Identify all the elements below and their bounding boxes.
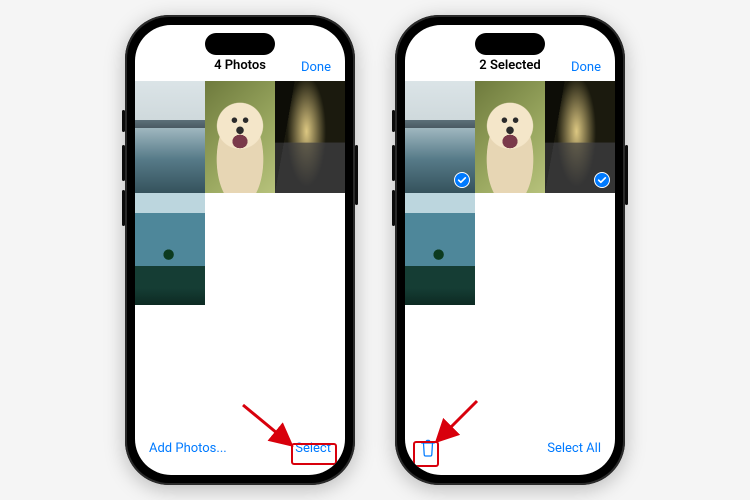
add-photos-button[interactable]: Add Photos... xyxy=(149,441,227,456)
selection-check-icon xyxy=(594,172,610,188)
toolbar: Add Photos... Select xyxy=(135,431,345,475)
photo-thumb[interactable] xyxy=(475,81,545,193)
photo-grid xyxy=(405,81,615,305)
toolbar: Select All xyxy=(405,431,615,475)
photo-thumb[interactable] xyxy=(205,81,275,193)
selection-check-icon xyxy=(454,172,470,188)
screen-right: 2 Selected Done xyxy=(405,25,615,475)
navbar-title: 4 Photos xyxy=(214,58,266,73)
done-button[interactable]: Done xyxy=(571,60,601,75)
iphone-frame-right: 2 Selected Done xyxy=(395,15,625,485)
photo-grid xyxy=(135,81,345,305)
photo-thumb[interactable] xyxy=(135,81,205,193)
dynamic-island xyxy=(205,33,275,55)
select-all-button[interactable]: Select All xyxy=(547,441,601,456)
dynamic-island xyxy=(475,33,545,55)
screen-left: 4 Photos Done Add Photos... Select xyxy=(135,25,345,475)
iphone-frame-left: 4 Photos Done Add Photos... Select xyxy=(125,15,355,485)
done-button[interactable]: Done xyxy=(301,60,331,75)
photo-thumb[interactable] xyxy=(405,193,475,305)
photo-thumb[interactable] xyxy=(405,81,475,193)
photo-thumb[interactable] xyxy=(135,193,205,305)
photo-thumb[interactable] xyxy=(275,81,345,193)
navbar-title: 2 Selected xyxy=(479,58,540,73)
photo-thumb[interactable] xyxy=(545,81,615,193)
trash-icon xyxy=(419,438,437,458)
delete-button[interactable] xyxy=(419,438,437,458)
select-button[interactable]: Select xyxy=(295,441,331,456)
